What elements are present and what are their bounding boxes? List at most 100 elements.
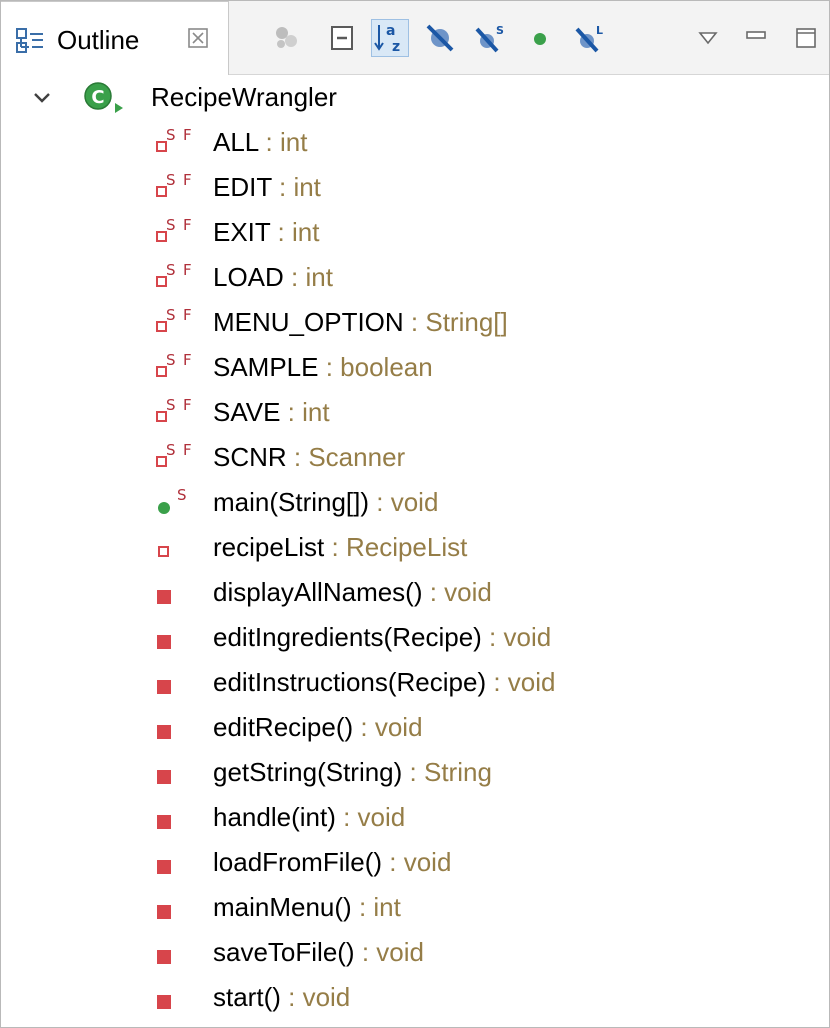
tree-member-row[interactable]: getString(String) : String bbox=[1, 750, 821, 794]
hide-non-public-icon[interactable] bbox=[521, 19, 559, 57]
svg-text:F: F bbox=[183, 306, 192, 324]
member-type: Scanner bbox=[308, 442, 406, 472]
member-type-separator: : bbox=[354, 937, 377, 967]
sort-icon[interactable]: a z bbox=[371, 19, 409, 57]
tab-outline[interactable]: Outline bbox=[1, 1, 229, 75]
member-label: main(String[]) : void bbox=[213, 484, 438, 520]
private-method-icon bbox=[155, 664, 207, 700]
member-label: mainMenu() : int bbox=[213, 889, 401, 925]
tree-member-row[interactable]: loadFromFile() : void bbox=[1, 840, 821, 884]
member-type-separator: : bbox=[271, 172, 294, 202]
tree-member-row[interactable]: handle(int) : void bbox=[1, 795, 821, 839]
member-label: editInstructions(Recipe) : void bbox=[213, 664, 556, 700]
private-method-icon bbox=[155, 619, 207, 655]
svg-text:S: S bbox=[166, 261, 176, 279]
maximize-icon[interactable] bbox=[787, 19, 825, 57]
member-type-separator: : bbox=[382, 847, 404, 877]
collapse-all-icon[interactable] bbox=[323, 19, 361, 57]
member-type: void bbox=[390, 487, 439, 517]
close-icon[interactable] bbox=[185, 25, 211, 51]
hide-fields-icon[interactable] bbox=[421, 19, 459, 57]
member-type-separator: : bbox=[270, 217, 292, 247]
focus-on-active-task-icon[interactable] bbox=[267, 19, 305, 57]
member-label: EDIT : int bbox=[213, 169, 321, 205]
member-name: editInstructions(Recipe) bbox=[213, 667, 487, 697]
tree-member-row[interactable]: saveToFile() : void bbox=[1, 930, 821, 974]
member-name: main(String[]) bbox=[213, 487, 370, 517]
svg-text:S: S bbox=[166, 216, 176, 234]
tree-member-row[interactable]: displayAllNames() : void bbox=[1, 570, 821, 614]
tree-member-row[interactable]: S F MENU_OPTION : String[] bbox=[1, 300, 821, 344]
tree-member-row[interactable]: S F SAVE : int bbox=[1, 390, 821, 434]
member-name: getString(String) bbox=[213, 757, 403, 787]
member-type: void bbox=[503, 622, 552, 652]
member-name: EDIT bbox=[213, 172, 272, 202]
static-final-field-icon: SF bbox=[155, 439, 207, 475]
tree-member-row[interactable]: S F ALL : int bbox=[1, 120, 821, 164]
member-type: void bbox=[357, 802, 406, 832]
static-final-field-icon: SF bbox=[155, 394, 207, 430]
member-type: void bbox=[376, 937, 424, 967]
member-label: editIngredients(Recipe) : void bbox=[213, 619, 551, 655]
member-type: String bbox=[423, 757, 492, 787]
member-type: int bbox=[373, 892, 401, 922]
tree-member-row[interactable]: S F SAMPLE : boolean bbox=[1, 345, 821, 389]
tree-member-row[interactable]: editIngredients(Recipe) : void bbox=[1, 615, 821, 659]
tab-title: Outline bbox=[57, 25, 140, 55]
member-type: void bbox=[507, 667, 556, 697]
member-type-separator: : bbox=[353, 712, 375, 742]
svg-text:z: z bbox=[392, 39, 400, 55]
tree-member-row[interactable]: editRecipe() : void bbox=[1, 705, 821, 749]
member-label: recipeList : RecipeList bbox=[213, 529, 467, 565]
member-label: start() : void bbox=[213, 979, 350, 1015]
tree-member-row[interactable]: recipeList : RecipeList bbox=[1, 525, 821, 569]
view-tab-bar: Outline a z S L bbox=[1, 1, 829, 75]
svg-text:F: F bbox=[183, 441, 192, 459]
svg-text:F: F bbox=[183, 126, 192, 144]
tree-member-row[interactable]: Smain(String[]) : void bbox=[1, 480, 821, 524]
tree-root-row[interactable]: C RecipeWrangler bbox=[1, 75, 821, 119]
member-label: loadFromFile() : void bbox=[213, 844, 451, 880]
static-final-field-icon: SF bbox=[155, 349, 207, 385]
chevron-down-icon[interactable] bbox=[31, 87, 53, 109]
tree-member-row[interactable]: start() : void bbox=[1, 975, 821, 1019]
member-type-separator: : bbox=[351, 892, 374, 922]
member-name: start() bbox=[213, 982, 281, 1012]
member-label: saveToFile() : void bbox=[213, 934, 424, 970]
member-name: mainMenu() bbox=[213, 892, 352, 922]
outline-tree: C RecipeWrangler S F ALL : int S F EDIT : int… bbox=[1, 73, 829, 1027]
public-class-icon: C bbox=[81, 79, 137, 117]
tree-member-row[interactable]: S F LOAD : int bbox=[1, 255, 821, 299]
hide-static-icon[interactable]: S bbox=[471, 19, 509, 57]
svg-text:S: S bbox=[496, 24, 504, 37]
member-label: MENU_OPTION : String[] bbox=[213, 304, 508, 340]
svg-text:F: F bbox=[183, 396, 192, 414]
member-type-separator: : bbox=[402, 757, 424, 787]
tree-member-row[interactable]: editInstructions(Recipe) : void bbox=[1, 660, 821, 704]
tree-member-row[interactable]: mainMenu() : int bbox=[1, 885, 821, 929]
member-name: loadFromFile() bbox=[213, 847, 383, 877]
static-final-field-icon: SF bbox=[155, 169, 207, 205]
svg-text:L: L bbox=[596, 24, 603, 37]
static-final-field-icon: SF bbox=[155, 214, 207, 250]
view-menu-icon[interactable] bbox=[689, 19, 727, 57]
member-name: editIngredients(Recipe) bbox=[213, 622, 482, 652]
member-type: int bbox=[293, 172, 321, 202]
member-label: LOAD : int bbox=[213, 259, 333, 295]
tree-member-row[interactable]: S F SCNR : Scanner bbox=[1, 435, 821, 479]
member-type-separator: : bbox=[486, 667, 508, 697]
static-final-field-icon: SF bbox=[155, 259, 207, 295]
member-label: ALL : int bbox=[213, 124, 307, 160]
member-name: ALL bbox=[213, 127, 259, 157]
outline-icon bbox=[15, 26, 45, 56]
tree-member-row[interactable]: S F EDIT : int bbox=[1, 165, 821, 209]
member-type-separator: : bbox=[369, 487, 391, 517]
private-method-icon bbox=[155, 979, 207, 1015]
member-type-separator: : bbox=[422, 577, 445, 607]
member-type-separator: : bbox=[280, 397, 303, 427]
member-type-separator: : bbox=[403, 307, 426, 337]
tree-member-row[interactable]: S F EXIT : int bbox=[1, 210, 821, 254]
member-type: int bbox=[279, 127, 308, 157]
minimize-icon[interactable] bbox=[737, 19, 775, 57]
hide-local-types-icon[interactable]: L bbox=[571, 19, 609, 57]
